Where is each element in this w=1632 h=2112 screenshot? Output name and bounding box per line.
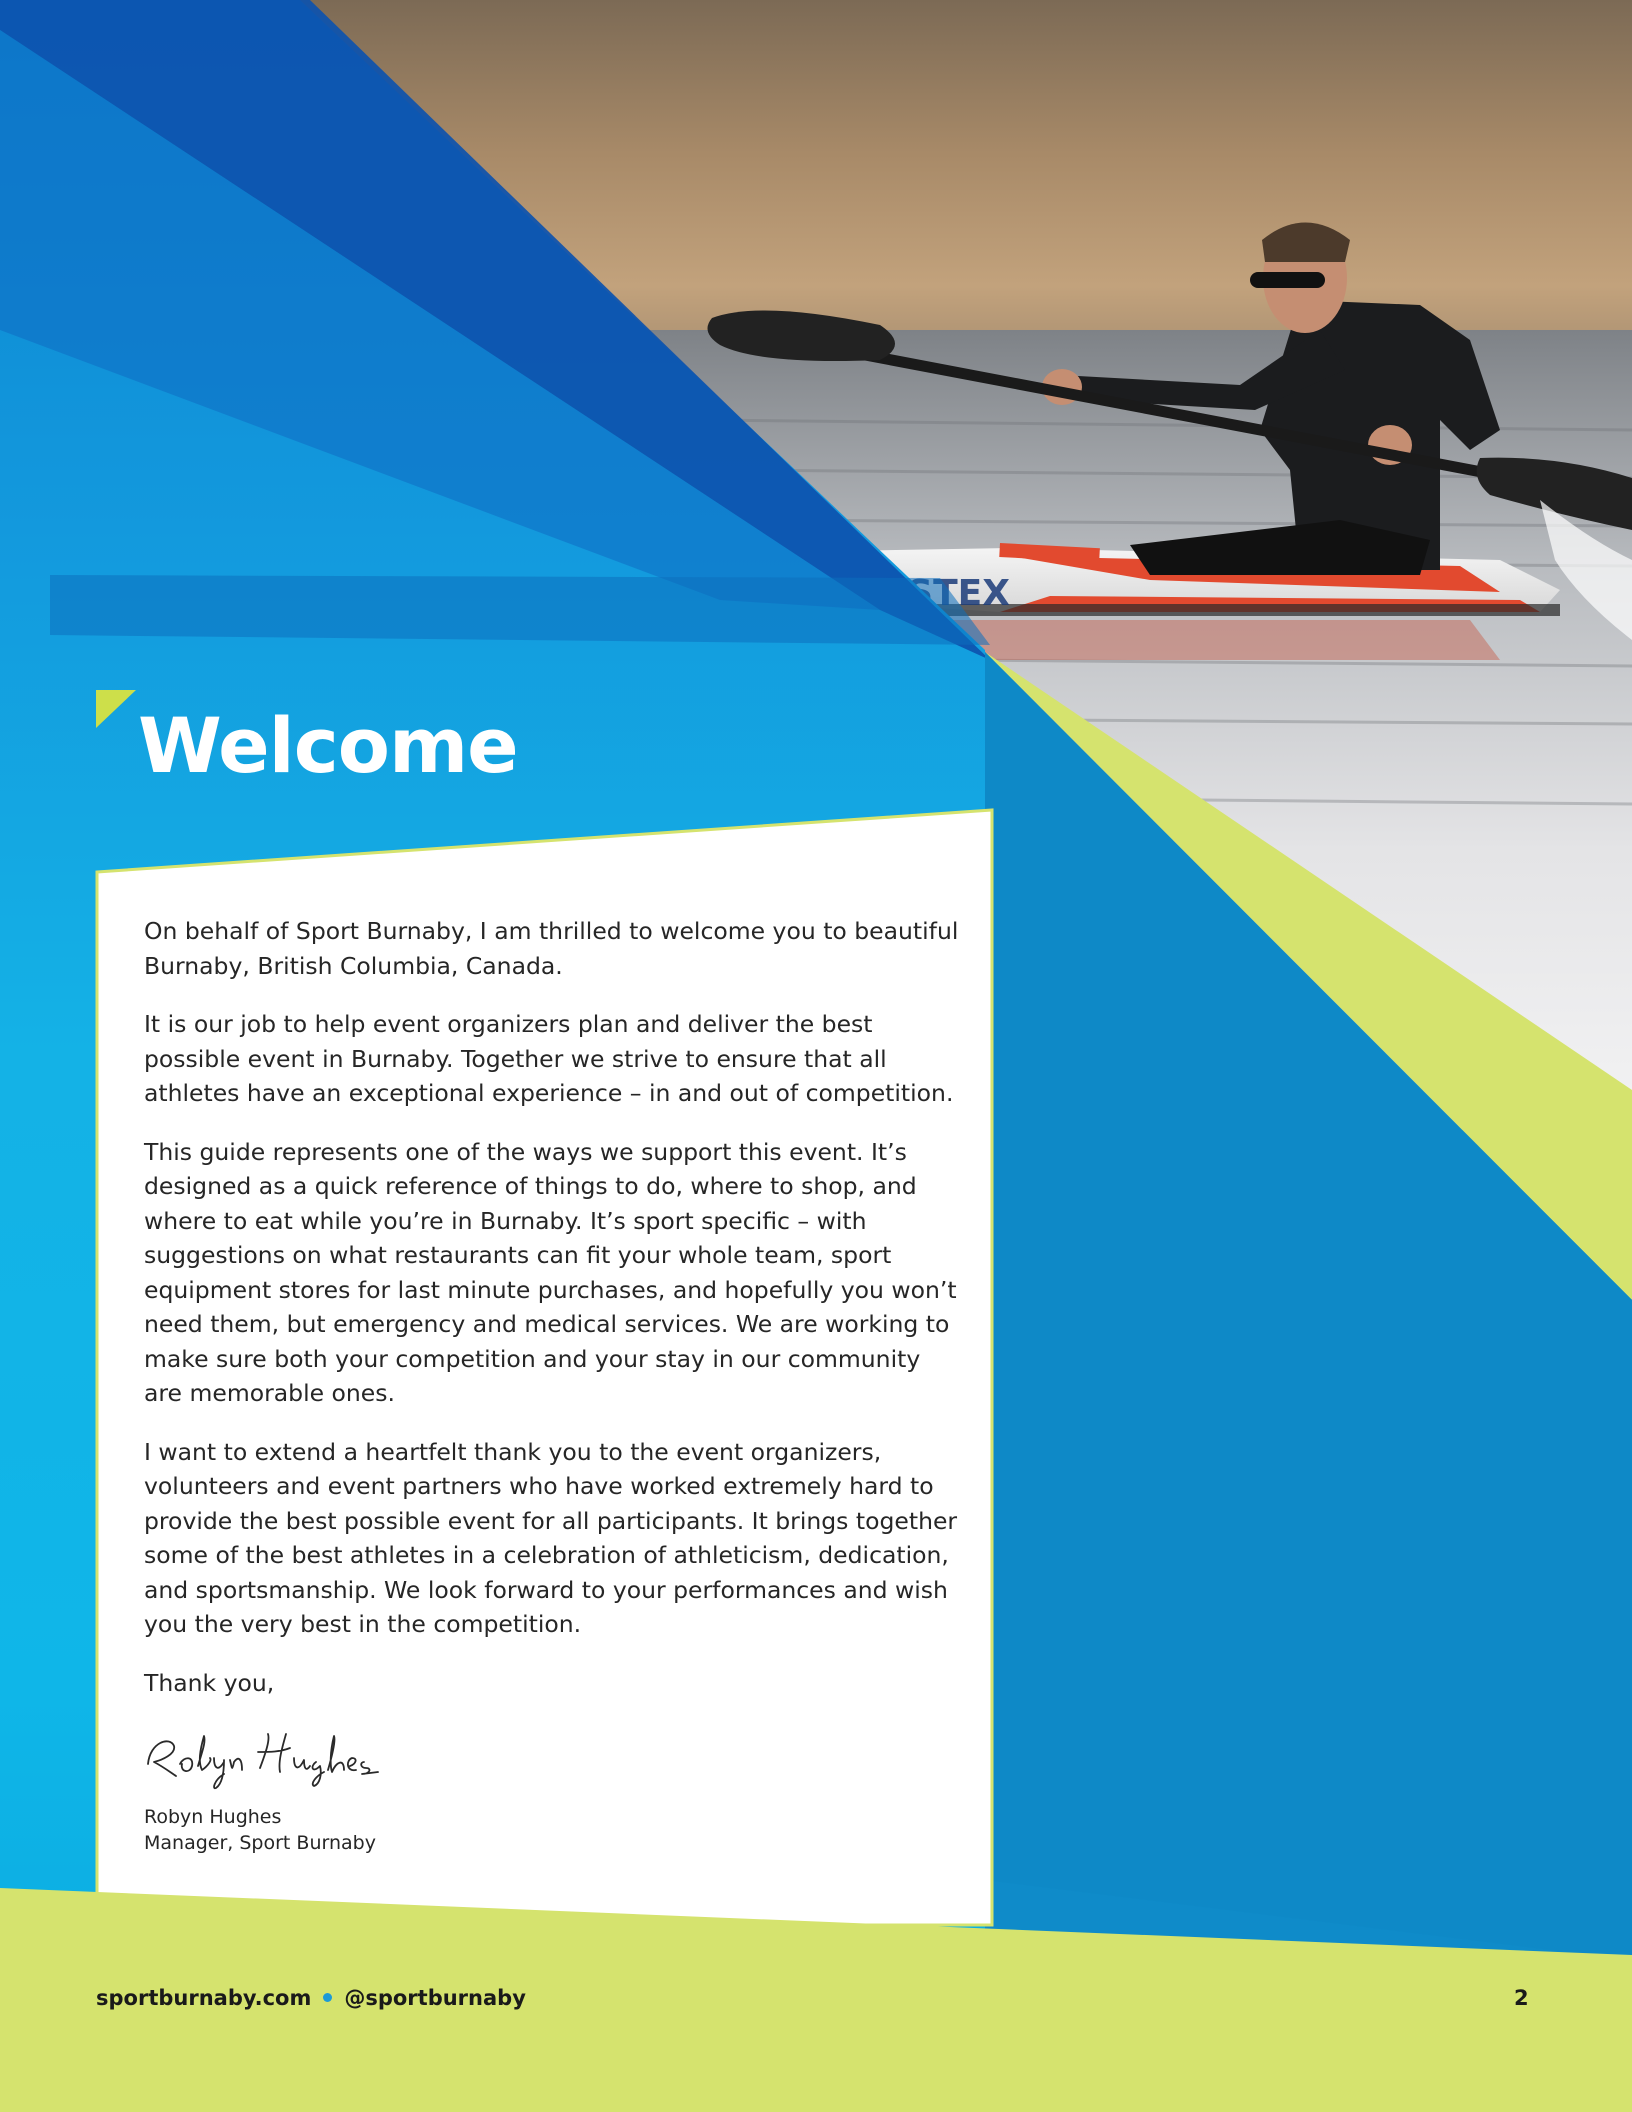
signer-title: Manager, Sport Burnaby (144, 1832, 376, 1854)
footer-social-link[interactable]: @sportburnaby (344, 1986, 526, 2010)
page-number: 2 (1514, 1986, 1529, 2010)
footer-dot-icon (323, 1992, 333, 2002)
welcome-title: Welcome (138, 701, 519, 790)
signer-name: Robyn Hughes (144, 1806, 282, 1828)
signer-block: Robyn Hughes Manager, Sport Burnaby (144, 1804, 376, 1856)
welcome-marker-triangle-icon (96, 690, 136, 728)
letter-paragraph: I want to extend a heartfelt thank you t… (144, 1437, 958, 1639)
footer-links: sportburnaby.com @sportburnaby (96, 1986, 526, 2010)
letter-paragraph: This guide represents one of the ways we… (144, 1137, 957, 1408)
handwritten-signature (147, 1733, 379, 1790)
page: PLASTEX Welcome (0, 0, 1632, 2112)
letter-paragraph: It is our job to help event organizers p… (144, 1010, 954, 1107)
footer-website-link[interactable]: sportburnaby.com (96, 1986, 311, 2010)
letter-closing: Thank you, (144, 1668, 275, 1697)
welcome-letter: On behalf of Sport Burnaby, I am thrille… (144, 914, 964, 1718)
letter-paragraph: On behalf of Sport Burnaby, I am thrille… (144, 917, 959, 980)
